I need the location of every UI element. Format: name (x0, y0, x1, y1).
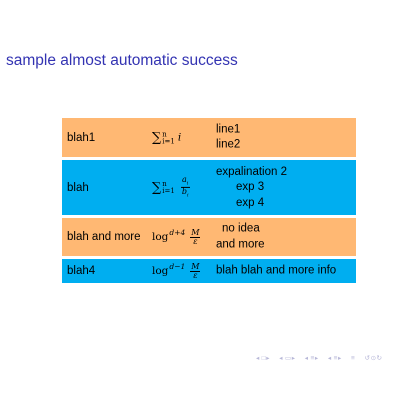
description-line: line2 (216, 138, 241, 151)
nav-prev-subsection-icon[interactable]: ◂ (279, 355, 283, 362)
log-exponent: d−1 (169, 262, 186, 271)
description-line: no idea (222, 222, 260, 235)
row-description: blah blah and more info (216, 263, 336, 279)
table-row: blah1 ∑ n i=1 i line1 line2 (62, 118, 356, 157)
row-description: line1 line2 (216, 122, 240, 153)
log-symbol: log (152, 265, 169, 277)
table-row: blah and more logd+4 Mε no idea and more (62, 218, 356, 256)
row-description: expalination 2 exp 3 exp 4 (216, 164, 287, 211)
description-line: and more (216, 238, 265, 250)
row-formula: logd+4 Mε (152, 228, 201, 246)
fraction: Mε (190, 229, 201, 246)
row-formula: ∑ n i=1 ai bi (152, 175, 190, 199)
nav-subsection-icon[interactable]: ▭▸ (285, 355, 295, 362)
description-line: exp 3 (236, 180, 265, 193)
beamer-navigation: ◂ □▸ ◂ ▭▸ ◂ ≡▸ ◂ ≡▸ ≡ ↺⊙↻ (256, 354, 385, 364)
row-label: blah1 (67, 131, 96, 144)
table-row: blah ∑ n i=1 ai bi expalination 2 exp 3 exp … (62, 160, 356, 215)
fraction-denominator: ε (193, 237, 198, 246)
table-row: blah4 logd−1 Mε blah blah and more info (62, 259, 356, 283)
log-exponent: d+4 (169, 228, 186, 237)
row-label: blah4 (67, 265, 96, 277)
fraction-denominator: ε (193, 271, 198, 280)
nav-prev-section-icon[interactable]: ◂ (305, 355, 309, 362)
frame-title: sample almost automatic success (6, 52, 238, 69)
nav-prev-slide-icon[interactable]: ◂ (328, 355, 332, 362)
nav-frame-icon[interactable]: □▸ (262, 355, 270, 362)
sum-lower: i=1 (162, 187, 175, 195)
description-line: blah blah and more info (216, 264, 337, 277)
description-line: line1 (216, 123, 241, 135)
nav-prev-frame-icon[interactable]: ◂ (256, 355, 260, 362)
info-table: blah1 ∑ n i=1 i line1 line2 blah ∑ n i=1 ai bi … (62, 118, 356, 286)
row-label: blah (67, 181, 89, 194)
nav-search-icon[interactable]: ↺⊙↻ (365, 355, 383, 362)
nav-section-icon[interactable]: ≡▸ (311, 355, 319, 362)
fraction: Mε (190, 263, 201, 280)
log-symbol: log (152, 231, 169, 243)
sum-body: i (177, 131, 182, 143)
description-line: expalination 2 (216, 165, 287, 178)
fraction: ai bi (180, 174, 190, 199)
description-line: exp 4 (236, 196, 265, 209)
sum-symbol: ∑ (152, 130, 162, 145)
nav-slide-icon[interactable]: ≡▸ (334, 355, 342, 362)
row-formula: logd−1 Mε (152, 262, 201, 280)
sum-symbol: ∑ (152, 180, 162, 195)
nav-align-icon[interactable]: ≡ (351, 355, 355, 362)
row-label: blah and more (67, 231, 141, 243)
sum-lower: i=1 (162, 137, 175, 145)
row-formula: ∑ n i=1 i (152, 130, 181, 145)
row-description: no idea and more (216, 222, 265, 253)
